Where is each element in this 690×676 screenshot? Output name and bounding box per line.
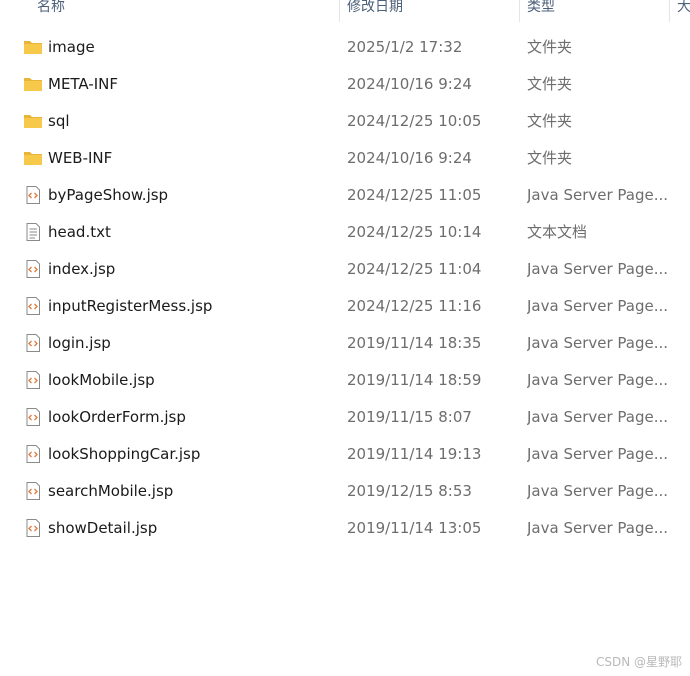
file-type: Java Server Page... [527, 445, 667, 463]
file-modified-date: 2024/10/16 9:24 [347, 149, 472, 167]
file-modified-date: 2019/11/14 13:05 [347, 519, 482, 537]
jsp-file-icon [23, 445, 43, 463]
file-row[interactable]: lookOrderForm.jsp 2019/11/15 8:07 Java Ser… [0, 399, 690, 436]
column-header-size[interactable]: 大 [677, 0, 690, 20]
file-name: head.txt [48, 223, 111, 241]
file-row[interactable]: showDetail.jsp 2019/11/14 13:05 Java Serve… [0, 510, 690, 547]
file-type: Java Server Page... [527, 186, 667, 204]
file-modified-date: 2019/11/14 18:35 [347, 334, 482, 352]
jsp-file-icon [23, 260, 43, 278]
file-modified-date: 2019/11/14 18:59 [347, 371, 482, 389]
file-type: Java Server Page... [527, 371, 667, 389]
file-type: Java Server Page... [527, 334, 667, 352]
file-row[interactable]: searchMobile.jsp 2019/12/15 8:53 Java Serv… [0, 473, 690, 510]
file-name: index.jsp [48, 260, 116, 278]
jsp-file-icon [23, 297, 43, 315]
file-type: 文件夹 [527, 149, 573, 167]
file-type: Java Server Page... [527, 260, 667, 278]
file-name: lookMobile.jsp [48, 371, 155, 389]
file-row[interactable]: head.txt 2024/12/25 10:14 文本文档 [0, 214, 690, 251]
jsp-file-icon [23, 519, 43, 537]
file-type: 文件夹 [527, 112, 573, 130]
jsp-file-icon [23, 371, 43, 389]
file-modified-date: 2024/12/25 10:05 [347, 112, 482, 130]
file-name: WEB-INF [48, 149, 113, 167]
file-modified-date: 2024/12/25 11:05 [347, 186, 482, 204]
file-name: login.jsp [48, 334, 111, 352]
file-type: Java Server Page... [527, 519, 667, 537]
jsp-file-icon [23, 334, 43, 352]
file-name: searchMobile.jsp [48, 482, 174, 500]
file-modified-date: 2024/10/16 9:24 [347, 75, 472, 93]
file-row[interactable]: image 2025/1/2 17:32 文件夹 [0, 29, 690, 66]
file-modified-date: 2024/12/25 11:04 [347, 260, 482, 278]
folder-icon [23, 149, 43, 167]
file-list: image 2025/1/2 17:32 文件夹 META-INF 2024/10/16… [0, 29, 690, 547]
file-row[interactable]: WEB-INF 2024/10/16 9:24 文件夹 [0, 140, 690, 177]
jsp-file-icon [23, 408, 43, 426]
file-type: 文件夹 [527, 75, 573, 93]
jsp-file-icon [23, 482, 43, 500]
file-name: lookOrderForm.jsp [48, 408, 186, 426]
file-type: 文件夹 [527, 38, 573, 56]
folder-icon [23, 112, 43, 130]
folder-icon [23, 38, 43, 56]
folder-icon [23, 75, 43, 93]
file-name: image [48, 38, 95, 56]
file-name: sql [48, 112, 70, 130]
file-type: Java Server Page... [527, 297, 667, 315]
column-header-type[interactable]: 类型 [527, 0, 555, 20]
text-file-icon [23, 223, 43, 241]
column-header-modified[interactable]: 修改日期 [347, 0, 403, 20]
file-modified-date: 2019/11/15 8:07 [347, 408, 472, 426]
column-header-name[interactable]: 名称 [37, 0, 65, 20]
column-divider[interactable] [339, 0, 340, 22]
column-divider[interactable] [669, 0, 670, 22]
column-header-bar: 名称 修改日期 类型 大 [0, 0, 690, 22]
watermark: CSDN @星野耶 [595, 655, 682, 669]
file-modified-date: 2024/12/25 10:14 [347, 223, 482, 241]
file-row[interactable]: byPageShow.jsp 2024/12/25 11:05 Java Serve… [0, 177, 690, 214]
file-name: showDetail.jsp [48, 519, 158, 537]
file-row[interactable]: index.jsp 2024/12/25 11:04 Java Server Pag… [0, 251, 690, 288]
file-type: 文本文档 [527, 223, 588, 241]
file-type: Java Server Page... [527, 408, 667, 426]
file-row[interactable]: lookShoppingCar.jsp 2019/11/14 19:13 Java … [0, 436, 690, 473]
jsp-file-icon [23, 186, 43, 204]
file-modified-date: 2019/12/15 8:53 [347, 482, 472, 500]
file-modified-date: 2019/11/14 19:13 [347, 445, 482, 463]
file-row[interactable]: login.jsp 2019/11/14 18:35 Java Server Pag… [0, 325, 690, 362]
file-name: byPageShow.jsp [48, 186, 169, 204]
file-name: META-INF [48, 75, 119, 93]
file-row[interactable]: lookMobile.jsp 2019/11/14 18:59 Java Serve… [0, 362, 690, 399]
file-row[interactable]: META-INF 2024/10/16 9:24 文件夹 [0, 66, 690, 103]
file-modified-date: 2025/1/2 17:32 [347, 38, 463, 56]
file-row[interactable]: sql 2024/12/25 10:05 文件夹 [0, 103, 690, 140]
file-name: lookShoppingCar.jsp [48, 445, 201, 463]
file-row[interactable]: inputRegisterMess.jsp 2024/12/25 11:16 Jav… [0, 288, 690, 325]
file-type: Java Server Page... [527, 482, 667, 500]
file-name: inputRegisterMess.jsp [48, 297, 213, 315]
column-divider[interactable] [519, 0, 520, 22]
file-modified-date: 2024/12/25 11:16 [347, 297, 482, 315]
